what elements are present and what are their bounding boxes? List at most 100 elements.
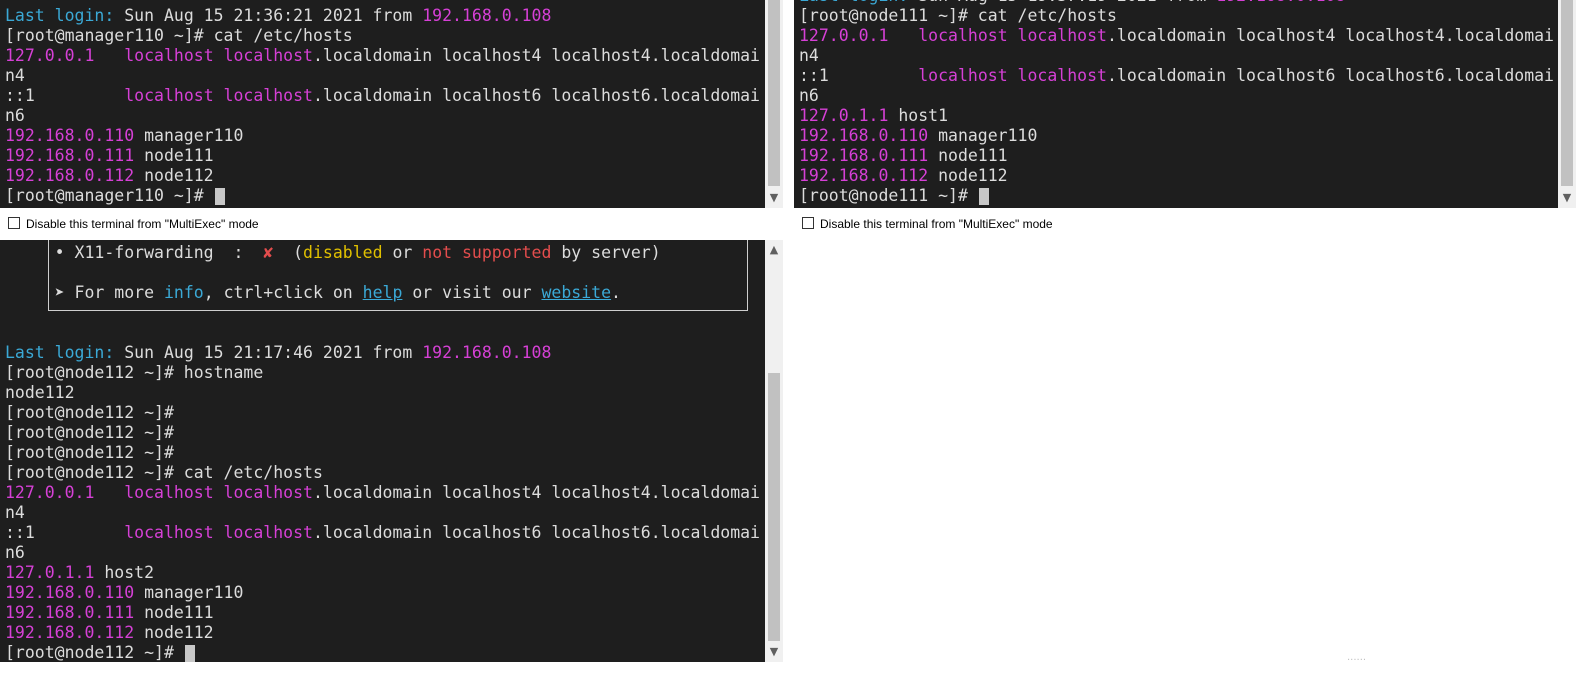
terminal-output: Last login: Sun Aug 15 19:37:19 2021 fro… xyxy=(799,0,1554,206)
terminal-text: manager110 xyxy=(928,126,1038,145)
terminal-text: 127.0.0.1 xyxy=(799,26,889,45)
terminal-line: node112 xyxy=(5,383,760,403)
terminal-text: .localdomain localhost6 localhost6.local… xyxy=(312,86,760,105)
multiexec-checkbox[interactable] xyxy=(802,217,814,229)
terminal-text: 192.168.0.112 xyxy=(5,166,135,185)
terminal-line: n6 xyxy=(799,86,1554,106)
scrollbar-thumb[interactable] xyxy=(768,0,780,186)
terminal-line: ::1 localhost localhost.localdomain loca… xyxy=(799,66,1554,86)
multiexec-checkbox[interactable] xyxy=(8,217,20,229)
terminal-line: ::1 localhost localhost.localdomain loca… xyxy=(5,86,760,106)
terminal-pane-node112[interactable]: • X11-forwarding : ✘ (disabled or not su… xyxy=(0,240,765,662)
terminal-scrollbar[interactable]: ▼ xyxy=(765,0,783,208)
terminal-text: . xyxy=(611,283,621,302)
terminal-text: node112 xyxy=(5,383,75,402)
terminal-line: 127.0.1.1 host2 xyxy=(5,563,760,583)
terminal-text: , ctrl+click on xyxy=(203,283,363,302)
terminal-line: n4 xyxy=(799,46,1554,66)
terminal-text: ::1 xyxy=(799,66,919,85)
terminal-line: n6 xyxy=(5,543,760,563)
terminal-line: 192.168.0.110 manager110 xyxy=(5,126,760,146)
terminal-text: disabled xyxy=(303,243,383,262)
terminal-text: n6 xyxy=(5,106,25,125)
terminal-text: 192.168.0.111 xyxy=(5,146,135,165)
terminal-text: 127.0.0.1 xyxy=(5,46,95,65)
terminal-text: manager110 xyxy=(134,583,244,602)
terminal-text: 127.0.0.1 xyxy=(5,483,95,502)
terminal-output: • X11-forwarding : ✘ (disabled or not su… xyxy=(5,243,760,662)
terminal-line: ➤ For more info, ctrl+click on help or v… xyxy=(5,283,760,303)
terminal-text: Sun Aug 15 21:17:46 2021 from xyxy=(114,343,423,362)
scrollbar-thumb[interactable] xyxy=(768,373,780,641)
multiexec-label: Disable this terminal from "MultiExec" m… xyxy=(820,217,1053,231)
terminal-cursor xyxy=(978,188,989,205)
scroll-down-icon[interactable]: ▼ xyxy=(765,190,783,206)
terminal-text: manager110 xyxy=(134,126,244,145)
terminal-text: node111 xyxy=(928,146,1008,165)
terminal-text: 192.168.0.112 xyxy=(799,166,929,185)
terminal-text: n4 xyxy=(5,66,25,85)
scroll-down-icon[interactable]: ▼ xyxy=(765,644,783,660)
terminal-text: n6 xyxy=(5,543,25,562)
terminal-line: 127.0.0.1 localhost localhost.localdomai… xyxy=(799,26,1554,46)
terminal-text: Last login: xyxy=(5,6,115,25)
terminal-pane-node111[interactable]: Last login: Sun Aug 15 19:37:19 2021 fro… xyxy=(794,0,1558,208)
terminal-text: [root@node112 ~]# xyxy=(5,403,174,422)
terminal-text: Sun Aug 15 21:36:21 2021 from xyxy=(114,6,423,25)
terminal-text: 192.168.0.111 xyxy=(799,146,929,165)
terminal-line: 192.168.0.111 node111 xyxy=(5,603,760,623)
terminal-text: 192.168.0.110 xyxy=(799,126,929,145)
terminal-text: [root@node112 ~]# xyxy=(5,443,174,462)
terminal-link[interactable]: website xyxy=(541,283,611,302)
terminal-text: 192.168.0.110 xyxy=(5,583,135,602)
terminal-line: n4 xyxy=(5,503,760,523)
terminal-line: [root@node111 ~]# cat /etc/hosts xyxy=(799,6,1554,26)
terminal-text: 192.168.0.108 xyxy=(422,343,552,362)
terminal-text: 192.168.0.108 xyxy=(1216,0,1345,5)
terminal-text: [root@node112 ~]# xyxy=(5,643,184,662)
terminal-cursor xyxy=(184,645,195,662)
multiexec-bar: Disable this terminal from "MultiExec" m… xyxy=(0,211,783,237)
terminal-scrollbar[interactable]: ▼ xyxy=(1558,0,1576,208)
terminal-text: ✘ xyxy=(263,243,274,262)
terminal-text: info xyxy=(163,283,204,302)
terminal-text: or visit our xyxy=(402,283,542,302)
terminal-text: [root@node111 ~]# xyxy=(799,186,978,205)
terminal-text: .localdomain localhost6 localhost6.local… xyxy=(1106,66,1554,85)
terminal-text: • X11-forwarding : xyxy=(5,243,264,262)
terminal-text: .localdomain localhost4 localhost4.local… xyxy=(312,46,760,65)
resize-grip-icon[interactable]: ...... xyxy=(1347,652,1366,663)
scroll-up-icon[interactable]: ▲ xyxy=(765,242,783,258)
empty-pane-area xyxy=(794,240,1576,662)
terminal-line: 192.168.0.112 node112 xyxy=(5,623,760,643)
terminal-cursor xyxy=(214,188,225,205)
terminal-line: n4 xyxy=(5,66,760,86)
terminal-scrollbar[interactable]: ▲ ▼ xyxy=(765,240,783,662)
terminal-text: ( xyxy=(273,243,304,262)
terminal-line: 192.168.0.111 node111 xyxy=(799,146,1554,166)
terminal-line: ::1 localhost localhost.localdomain loca… xyxy=(5,523,760,543)
terminal-text: .localdomain localhost6 localhost6.local… xyxy=(312,523,760,542)
terminal-text: ::1 xyxy=(5,523,125,542)
terminal-text: host2 xyxy=(94,563,155,582)
terminal-line: 192.168.0.112 node112 xyxy=(5,166,760,186)
terminal-pane-manager110[interactable]: Last login: Sun Aug 15 21:36:21 2021 fro… xyxy=(0,0,765,208)
terminal-text: 192.168.0.110 xyxy=(5,126,135,145)
terminal-line: Last login: Sun Aug 15 21:36:21 2021 fro… xyxy=(5,6,760,26)
scroll-down-icon[interactable]: ▼ xyxy=(1558,190,1576,206)
terminal-text: .localdomain localhost4 localhost4.local… xyxy=(1106,26,1554,45)
terminal-text: localhost localhost xyxy=(124,523,313,542)
terminal-line: 127.0.0.1 localhost localhost.localdomai… xyxy=(5,483,760,503)
terminal-text: n4 xyxy=(5,503,25,522)
terminal-line: [root@node112 ~]# cat /etc/hosts xyxy=(5,463,760,483)
terminal-text: localhost localhost xyxy=(124,86,313,105)
terminal-text: ::1 xyxy=(5,86,125,105)
scrollbar-thumb[interactable] xyxy=(1561,0,1573,186)
terminal-link[interactable]: help xyxy=(363,283,403,302)
terminal-text: [root@node111 ~]# cat /etc/hosts xyxy=(799,6,1117,25)
terminal-line: Last login: Sun Aug 15 21:17:46 2021 fro… xyxy=(5,343,760,363)
terminal-text: [root@manager110 ~]# xyxy=(5,186,214,205)
terminal-line: [root@manager110 ~]# cat /etc/hosts xyxy=(5,26,760,46)
